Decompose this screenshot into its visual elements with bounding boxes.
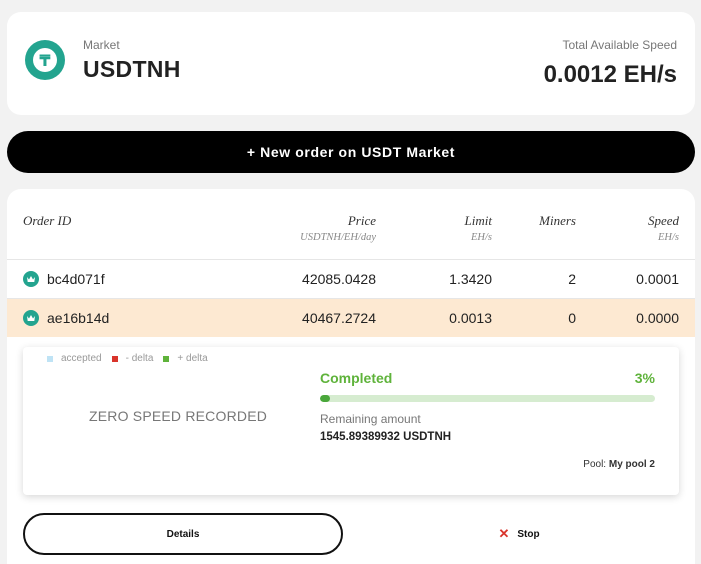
order-miners: 0: [568, 310, 576, 326]
total-speed-value: 0.0012 EH/s: [543, 61, 677, 88]
legend-accepted: accepted: [47, 353, 102, 364]
close-icon: ✕: [498, 526, 510, 541]
market-label: Market: [83, 38, 120, 52]
speed-legend: accepted - delta + delta: [47, 353, 218, 364]
crown-icon: [23, 271, 39, 287]
order-detail-panel: accepted - delta + delta ZERO SPEED RECO…: [23, 347, 679, 495]
pool-name: My pool 2: [608, 459, 655, 470]
zero-speed-message: ZERO SPEED RECORDED: [89, 408, 268, 424]
col-price[interactable]: Price: [348, 213, 376, 229]
col-miners[interactable]: Miners: [539, 213, 576, 229]
pool-label: Pool:: [583, 459, 607, 470]
order-limit: 1.3420: [449, 271, 492, 287]
order-price: 42085.0428: [302, 271, 376, 287]
table-row-selected[interactable]: ae16b14d 40467.2724 0.0013 0 0.0000: [7, 299, 695, 337]
pool-info: Pool: My pool 2: [583, 459, 655, 470]
order-id: ae16b14d: [47, 310, 110, 326]
col-speed[interactable]: Speed: [648, 213, 679, 229]
order-status: Completed: [320, 370, 393, 386]
col-price-unit: USDTNH/EH/day: [300, 232, 376, 243]
remaining-amount-label: Remaining amount: [320, 412, 421, 426]
total-speed-label: Total Available Speed: [562, 38, 677, 52]
table-row[interactable]: bc4d071f 42085.0428 1.3420 2 0.0001: [7, 260, 695, 298]
stop-button[interactable]: ✕ Stop: [359, 513, 679, 555]
order-miners: 2: [568, 271, 576, 287]
order-speed: 0.0001: [636, 271, 679, 287]
orders-card: Order ID Price USDTNH/EH/day Limit EH/s …: [7, 189, 695, 564]
progress-bar: [320, 395, 655, 402]
legend-positive-swatch: [163, 355, 170, 362]
remaining-amount-value: 1545.89389932 USDTNH: [320, 431, 452, 443]
order-limit: 0.0013: [449, 310, 492, 326]
order-speed: 0.0000: [636, 310, 679, 326]
col-speed-unit: EH/s: [658, 232, 679, 243]
new-order-button[interactable]: + New order on USDT Market: [7, 131, 695, 173]
market-name: USDTNH: [83, 56, 181, 82]
progress-bar-fill: [320, 395, 331, 402]
tether-logo-icon: ₸: [25, 40, 65, 80]
col-limit[interactable]: Limit: [465, 213, 492, 229]
col-limit-unit: EH/s: [471, 232, 492, 243]
tether-glyph: ₸: [33, 48, 57, 72]
col-order-id[interactable]: Order ID: [23, 213, 71, 229]
market-header-card: ₸ Market USDTNH Total Available Speed 0.…: [7, 12, 695, 115]
details-button[interactable]: Details: [23, 513, 343, 555]
legend-negative-swatch: [111, 355, 118, 362]
legend-positive-delta: + delta: [163, 353, 208, 364]
order-id: bc4d071f: [47, 271, 105, 287]
legend-negative-delta: - delta: [111, 353, 153, 364]
progress-percent: 3%: [634, 370, 655, 386]
crown-icon: [23, 310, 39, 326]
legend-accepted-swatch: [47, 355, 53, 362]
order-price: 40467.2724: [302, 310, 376, 326]
stop-label: Stop: [517, 528, 540, 540]
